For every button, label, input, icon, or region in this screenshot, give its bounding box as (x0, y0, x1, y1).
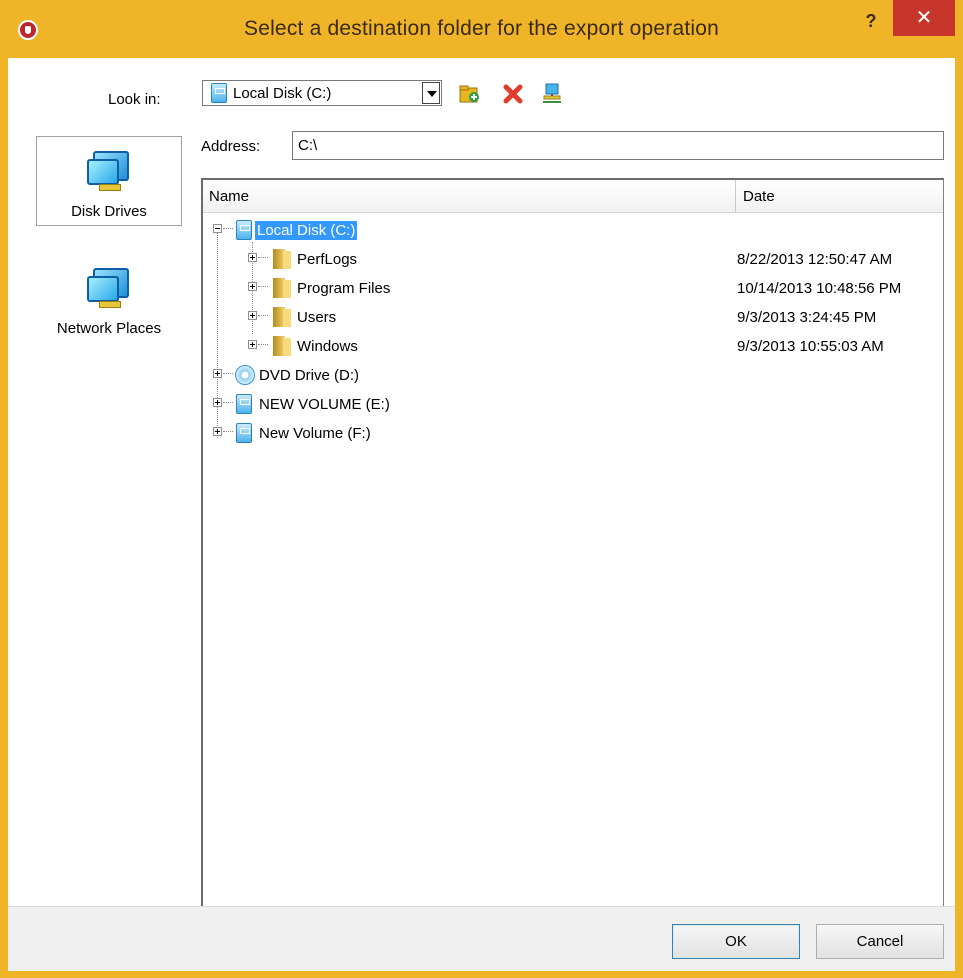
tree-connector (258, 344, 268, 345)
tree-connector (223, 373, 233, 374)
expand-toggle[interactable] (213, 398, 222, 407)
row-name: Users (297, 309, 337, 326)
expand-toggle[interactable] (248, 340, 257, 349)
expand-toggle[interactable] (248, 311, 257, 320)
tree-row-users[interactable]: Users 9/3/2013 3:24:45 PM (203, 303, 943, 332)
place-label: Network Places (56, 320, 162, 337)
folder-icon (273, 307, 291, 327)
chevron-down-icon[interactable] (422, 82, 440, 104)
folder-icon (273, 249, 291, 269)
tree-row-new-volume-f[interactable]: New Volume (F:) (203, 419, 943, 448)
row-date: 8/22/2013 12:50:47 AM (737, 251, 893, 268)
dvd-drive-icon (235, 365, 255, 385)
column-divider[interactable] (735, 180, 736, 212)
expand-toggle[interactable] (213, 369, 222, 378)
row-name: PerfLogs (297, 251, 358, 268)
cancel-button[interactable]: Cancel (816, 924, 944, 959)
tree-connector (223, 402, 233, 403)
row-name: DVD Drive (D:) (259, 367, 359, 384)
ok-button[interactable]: OK (672, 924, 800, 959)
tree-row-local-disk-c[interactable]: Local Disk (C:) (203, 216, 943, 245)
collapse-toggle[interactable] (213, 224, 222, 233)
tree-row-dvd-drive-d[interactable]: DVD Drive (D:) (203, 361, 943, 390)
address-label: Address: (201, 138, 261, 155)
row-date: 9/3/2013 10:55:03 AM (737, 338, 884, 355)
tree-connector (258, 257, 268, 258)
title-bar: Select a destination folder for the expo… (0, 0, 963, 58)
tree-connector (223, 228, 233, 229)
expand-toggle[interactable] (248, 253, 257, 262)
address-input[interactable] (292, 131, 944, 160)
drive-icon (236, 423, 252, 443)
tree-row-windows[interactable]: Windows 9/3/2013 10:55:03 AM (203, 332, 943, 361)
dialog-client-area: Look in: Local Disk (C:) Disk Drives Net… (8, 58, 955, 971)
window-title: Select a destination folder for the expo… (243, 17, 720, 40)
column-header-name[interactable]: Name (209, 188, 249, 205)
place-disk-drives[interactable]: Disk Drives (36, 136, 182, 226)
tree-row-perflogs[interactable]: PerfLogs 8/22/2013 12:50:47 AM (203, 245, 943, 274)
tree-connector (223, 431, 233, 432)
folder-icon (273, 278, 291, 298)
help-button[interactable]: ? (854, 10, 888, 36)
look-in-label: Look in: (108, 91, 161, 108)
row-name: Local Disk (C:) (255, 221, 358, 240)
look-in-value: Local Disk (C:) (233, 85, 332, 102)
new-folder-icon[interactable] (459, 83, 481, 105)
dialog-window: Select a destination folder for the expo… (0, 0, 963, 978)
row-name: NEW VOLUME (E:) (259, 396, 390, 413)
folder-tree-list[interactable]: Name Date Local Disk (C:) PerfLogs 8/22/… (201, 178, 944, 920)
row-name: Windows (297, 338, 358, 355)
tree-connector (258, 286, 268, 287)
network-monitor-icon (87, 268, 131, 308)
row-date: 10/14/2013 10:48:56 PM (737, 280, 902, 297)
folder-icon (273, 336, 291, 356)
row-name: New Volume (F:) (259, 425, 371, 442)
column-header-date[interactable]: Date (743, 188, 775, 205)
expand-toggle[interactable] (213, 427, 222, 436)
drive-icon (236, 394, 252, 414)
monitor-icon (87, 151, 131, 191)
close-button[interactable]: ✕ (893, 0, 955, 36)
row-name: Program Files (297, 280, 391, 297)
place-network-places[interactable]: Network Places (36, 254, 182, 344)
list-header: Name Date (203, 180, 943, 213)
drive-icon (211, 83, 227, 103)
look-in-dropdown[interactable]: Local Disk (C:) (202, 80, 442, 106)
tree-row-new-volume-e[interactable]: NEW VOLUME (E:) (203, 390, 943, 419)
row-date: 9/3/2013 3:24:45 PM (737, 309, 877, 326)
expand-toggle[interactable] (248, 282, 257, 291)
tree-connector (258, 315, 268, 316)
network-icon[interactable] (541, 83, 563, 105)
delete-icon[interactable] (502, 83, 524, 105)
button-bar (8, 906, 955, 971)
drive-icon (236, 220, 252, 240)
tree-row-program-files[interactable]: Program Files 10/14/2013 10:48:56 PM (203, 274, 943, 303)
place-label: Disk Drives (71, 203, 147, 220)
